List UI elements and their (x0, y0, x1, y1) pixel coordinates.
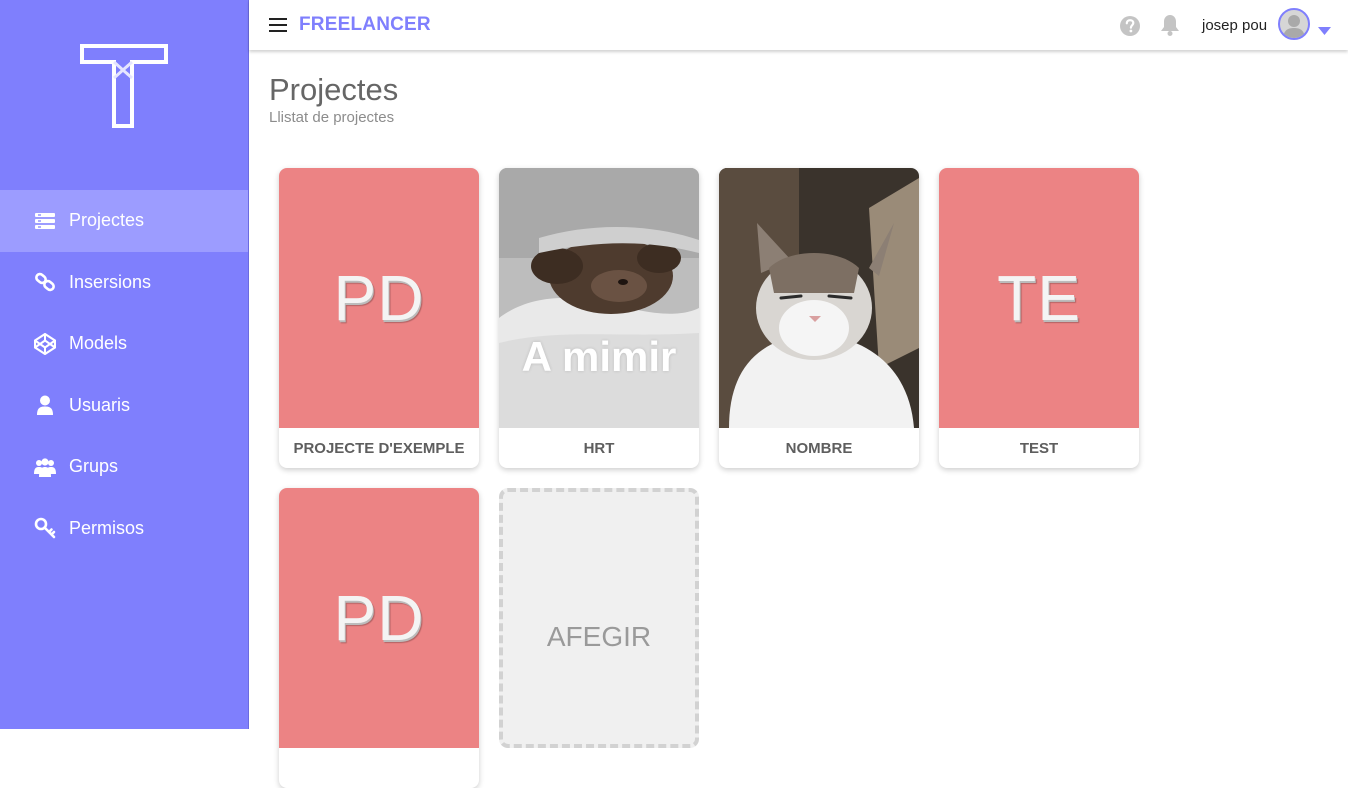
menu-icon[interactable] (269, 16, 289, 34)
page-subtitle: Llistat de projectes (269, 109, 395, 126)
sidebar-item-label: Projectes (69, 210, 145, 231)
page-title: Projectes (269, 72, 399, 107)
project-name (279, 748, 479, 788)
project-thumbnail: PD (279, 488, 479, 748)
project-card[interactable]: PD (279, 488, 479, 788)
sidebar-item-label: Grups (69, 456, 119, 477)
sidebar-item-models[interactable]: Models (0, 313, 248, 375)
users-icon (34, 456, 56, 478)
user-icon (34, 394, 56, 416)
project-card[interactable]: PD PROJECTE D'EXEMPLE (279, 168, 479, 468)
project-initials: TE (997, 262, 1081, 334)
photo-caption: A mimir (521, 333, 677, 380)
app-brand[interactable]: FREELANCER (299, 14, 431, 36)
sidebar-item-label: Usuaris (69, 394, 131, 415)
top-bar: FREELANCER josep pou (249, 0, 1348, 50)
project-thumbnail: PD (279, 168, 479, 428)
sidebar-item-insersions[interactable]: Insersions (0, 252, 248, 314)
sidebar-item-label: Permisos (69, 517, 145, 538)
avatar[interactable] (1278, 8, 1310, 40)
key-icon (34, 517, 56, 539)
add-project-button[interactable]: AFEGIR (499, 488, 699, 748)
cat-photo-image (719, 168, 919, 428)
sidebar-nav: Projectes Insersions Models Usuaris Grup… (0, 190, 248, 559)
help-icon[interactable] (1119, 15, 1141, 37)
project-thumbnail: TE (939, 168, 1139, 428)
add-project-label: AFEGIR (546, 621, 652, 652)
project-name: NOMBRE (785, 439, 853, 457)
project-thumbnail: A mimir (499, 168, 699, 428)
project-card[interactable]: NOMBRE (719, 168, 919, 468)
chevron-down-icon[interactable] (1318, 22, 1331, 35)
sidebar-item-label: Models (69, 333, 128, 354)
sidebar-item-permisos[interactable]: Permisos (0, 498, 248, 560)
list-icon (34, 210, 56, 232)
project-name: HRT (583, 439, 615, 457)
dog-photo-image (499, 168, 699, 428)
codepen-icon (34, 332, 56, 355)
sidebar: Projectes Insersions Models Usuaris Grup… (0, 0, 249, 729)
project-thumbnail (719, 168, 919, 428)
project-name: TEST (1019, 439, 1059, 457)
link-icon (34, 271, 56, 293)
user-name[interactable]: josep pou (1202, 17, 1267, 34)
sidebar-item-usuaris[interactable]: Usuaris (0, 375, 248, 437)
project-initials: PD (333, 582, 425, 654)
sidebar-item-label: Insersions (69, 271, 152, 292)
project-card[interactable]: TE TEST (939, 168, 1139, 468)
bell-icon[interactable] (1159, 13, 1181, 37)
project-initials: PD (333, 262, 425, 334)
sidebar-item-projectes[interactable]: Projectes (0, 190, 248, 252)
project-name: PROJECTE D'EXEMPLE (293, 439, 465, 457)
logo-icon[interactable] (78, 42, 170, 130)
sidebar-item-grups[interactable]: Grups (0, 436, 248, 498)
project-card[interactable]: A mimir HRT (499, 168, 699, 468)
